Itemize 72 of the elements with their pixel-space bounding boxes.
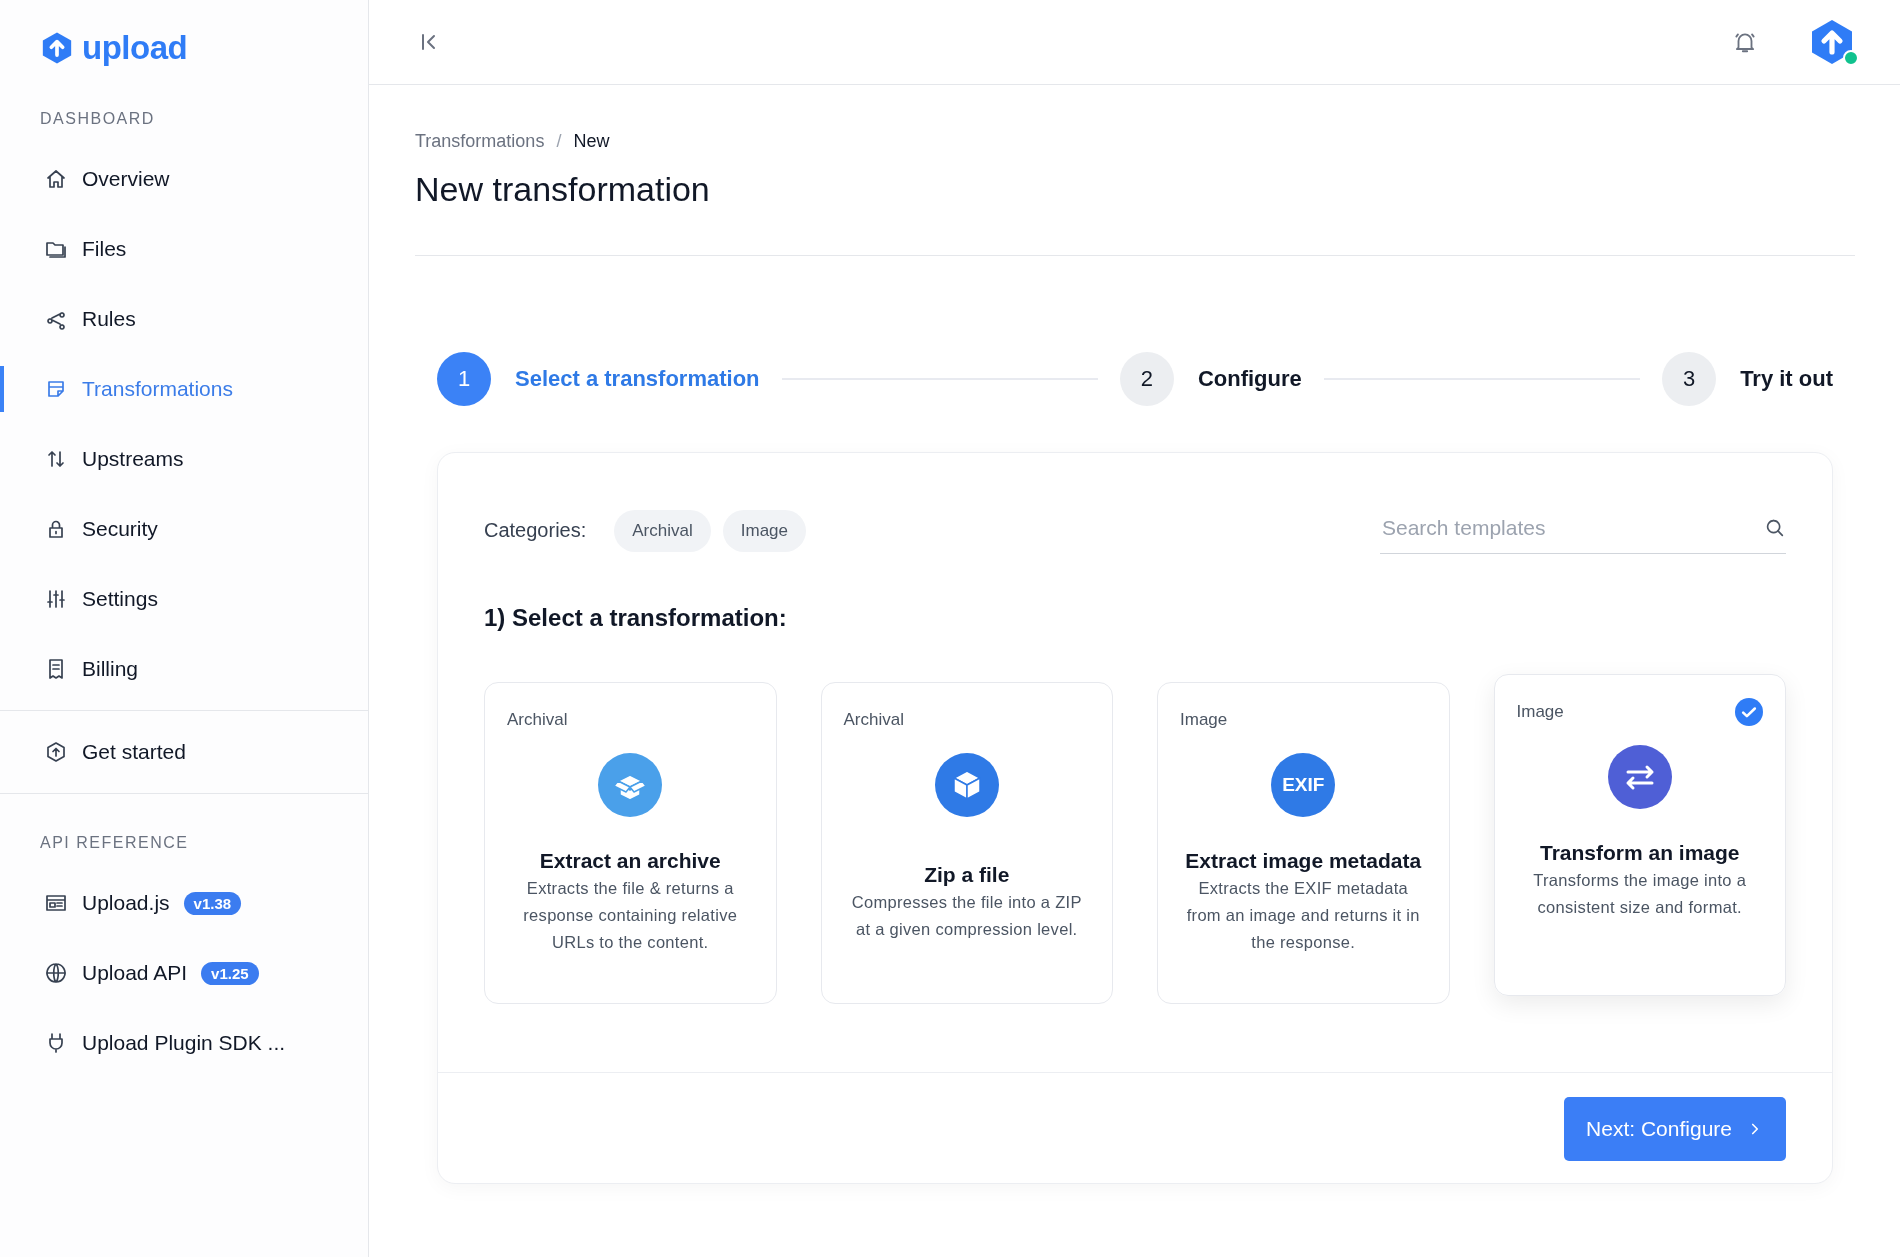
transformation-card[interactable]: Archival Extract an archive Extracts the file & returns a response containing relative URLs to the content. — [484, 682, 777, 1004]
card-description: Transforms the image into a consistent size and format. — [1532, 870, 1748, 918]
breadcrumb-separator: / — [556, 131, 562, 152]
sidebar-item[interactable]: Overview — [0, 144, 368, 214]
sidebar-item-label: Billing — [82, 657, 139, 681]
sidebar-item[interactable]: Upload.js v1.38 — [0, 868, 368, 938]
card-title: Extract an archive — [539, 849, 721, 873]
sidebar-item-label: Transformations — [82, 377, 233, 401]
search-field[interactable]: Search templates — [1380, 515, 1764, 541]
step-number: 3 — [1662, 352, 1717, 406]
version-badge: v1.38 — [183, 891, 242, 915]
transformation-card[interactable]: Image Transform an image Transforms the image into a consistent size and format. — [1493, 674, 1786, 996]
card-title: Extract image metadata — [1185, 849, 1422, 873]
breadcrumb-link[interactable]: New — [573, 131, 610, 152]
sidebar-item[interactable]: Upstreams — [0, 424, 368, 494]
step-label: Select a transformation — [515, 366, 760, 392]
breadcrumb-link[interactable]: Transformations — [415, 131, 545, 152]
card-description: Extracts the file & returns a response containing relative URLs to the content. — [522, 878, 739, 953]
sidebar-item[interactable]: Rules — [0, 284, 368, 354]
section-heading: DASHBOARD — [39, 109, 156, 129]
sidebar-item-label: Upload API — [82, 961, 188, 985]
sidebar-item[interactable]: Get started — [0, 717, 368, 787]
sidebar-item[interactable]: Settings — [0, 564, 368, 634]
exif-icon: EXIF — [1271, 753, 1336, 817]
card-category: Image — [1180, 710, 1228, 730]
step-number: 2 — [1119, 352, 1174, 406]
section-heading: API REFERENCE — [39, 833, 190, 853]
sidebar-item-label: Upload Plugin SDK ... — [82, 1031, 286, 1055]
transformation-card[interactable]: Archival Zip a file Compresses the file into a ZIP at a given compression level. — [820, 682, 1113, 1004]
sidebar-item[interactable]: Upload Plugin SDK ... — [0, 1008, 368, 1078]
step-number: 1 — [437, 352, 491, 406]
page-title: New transformation — [415, 170, 711, 209]
sidebar-item-label: Security — [82, 517, 158, 541]
sidebar-item-label: Files — [82, 237, 127, 261]
version-badge: v1.25 — [201, 961, 259, 985]
sidebar-item-label: Upload.js — [82, 891, 170, 915]
sliders-icon — [44, 587, 68, 611]
sidebar-item-label: Settings — [82, 587, 158, 611]
home-icon — [44, 167, 68, 191]
checkmark-icon — [1735, 698, 1763, 726]
hexagon-arrow-icon — [44, 740, 68, 764]
card-description: Extracts the EXIF metadata from an image and returns it in the response. — [1185, 878, 1421, 953]
globe-icon — [44, 961, 68, 985]
step-label: Try it out — [1740, 366, 1833, 392]
sidebar-item-label: Upstreams — [82, 447, 184, 471]
logo-text: upload — [82, 29, 188, 67]
card-title: Transform an image — [1539, 841, 1740, 865]
next-button[interactable]: Next: Configure — [1564, 1097, 1786, 1161]
cube-icon — [934, 753, 999, 817]
sidebar-item-label: Overview — [82, 167, 170, 191]
sidebar-item[interactable]: Upload API v1.25 — [0, 938, 368, 1008]
sidebar-item[interactable]: Transformations — [0, 354, 368, 424]
swap-arrows-icon — [1607, 745, 1672, 809]
section-heading: 1) Select a transformation: — [484, 604, 788, 632]
categories-label: Categories: — [484, 519, 587, 542]
card-category: Archival — [507, 710, 568, 730]
sidebar-item[interactable]: Security — [0, 494, 368, 564]
step-label: Configure — [1197, 366, 1302, 392]
card-title: Zip a file — [924, 863, 1010, 887]
sidebar-item-label: Rules — [82, 307, 136, 331]
open-box-icon — [598, 753, 663, 817]
card-category: Image — [1516, 702, 1564, 722]
card-description: Compresses the file into a ZIP at a given compression level. — [850, 892, 1083, 940]
transformation-card[interactable]: Image EXIF Extract image metadata Extracts the EXIF metadata from an image and returns it in the response. — [1157, 682, 1450, 1004]
card-category: Archival — [843, 710, 904, 730]
sidebar-item[interactable]: Files — [0, 214, 368, 284]
sidebar-item[interactable]: Billing — [0, 634, 368, 704]
logo-icon — [40, 31, 74, 65]
search-icon[interactable] — [1764, 517, 1786, 539]
sidebar-item-label: Get started — [82, 740, 186, 764]
category-chip[interactable]: Archival — [614, 509, 711, 552]
category-chip[interactable]: Image — [722, 509, 806, 552]
